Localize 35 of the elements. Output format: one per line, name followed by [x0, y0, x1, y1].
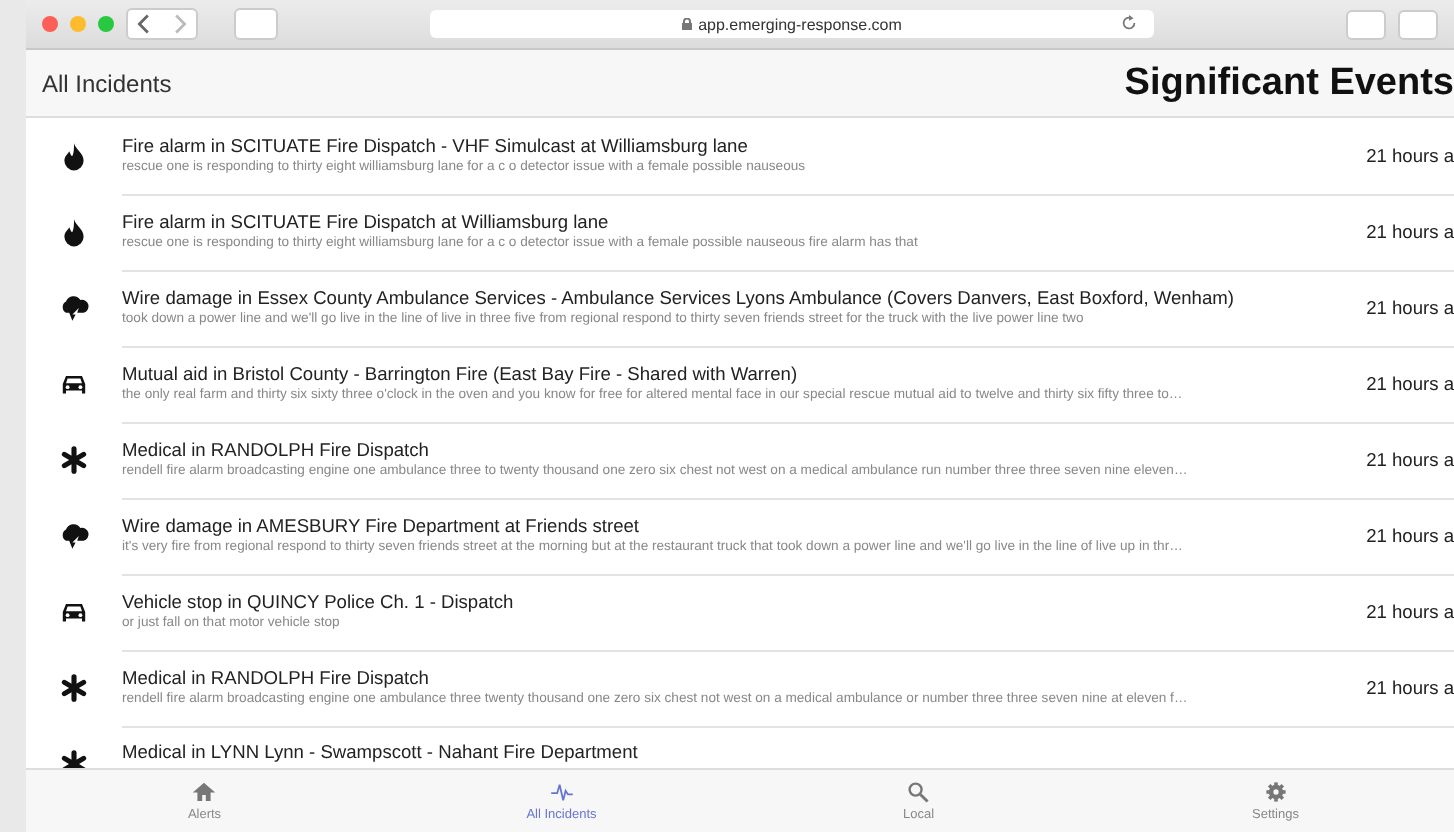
incident-title: Fire alarm in SCITUATE Fire Dispatch at Williamsburg lane: [122, 212, 611, 232]
incident-title: Medical in RANDOLPH Fire Dispatch: [122, 440, 431, 460]
incident-title: Vehicle stop in QUINCY Police Ch. 1 - Dispatch: [122, 592, 516, 612]
incident-time: 21 hours a: [1366, 373, 1454, 393]
incident-title: Wire damage in AMESBURY Fire Department at Friends street: [122, 516, 642, 536]
address-field[interactable]: app.emerging-response.com: [430, 10, 1154, 38]
cloud-bolt-icon: [58, 520, 90, 552]
incident-title: Medical in RANDOLPH Fire Dispatch: [122, 668, 431, 688]
incident-time: 21 hours a: [1366, 449, 1454, 469]
incident-time: 21 hours a: [1366, 297, 1454, 317]
incident-time: 21 hours a: [1366, 677, 1454, 697]
lock-icon: [682, 18, 693, 30]
zoom-button[interactable]: [98, 16, 114, 32]
back-forward-buttons[interactable]: [126, 8, 198, 40]
page-title: All Incidents: [42, 69, 172, 97]
home-icon: [192, 780, 217, 804]
pulse-icon: [549, 780, 574, 804]
close-button[interactable]: [42, 16, 58, 32]
incident-title: Fire alarm in SCITUATE Fire Dispatch - VHF Simulcast at Williamsburg lane: [122, 136, 750, 156]
flame-icon: [58, 216, 90, 248]
cloud-bolt-icon: [58, 292, 90, 324]
incident-time: 21 hours a: [1366, 525, 1454, 545]
search-icon: [906, 780, 931, 804]
incident-title: Medical in LYNN Lynn - Swampscott - Nahant Fire Department: [122, 742, 640, 762]
section-heading: Significant Events: [1124, 61, 1454, 105]
incident-title: Wire damage in Essex County Ambulance Services - Ambulance Services Lyons Ambulance (Covers Danvers, East Boxford, Wenham): [122, 288, 1236, 308]
incident-time: 21 hours a: [1366, 145, 1454, 165]
asterisk-icon: [58, 444, 90, 476]
flame-icon: [58, 140, 90, 172]
settings-icon: [1263, 780, 1288, 804]
incident-title: Mutual aid in Bristol County - Barrington Fire (East Bay Fire - Shared with Warren): [122, 364, 800, 384]
asterisk-icon: [58, 672, 90, 704]
reload-icon[interactable]: [1120, 14, 1138, 32]
incident-time: 21 hours a: [1366, 601, 1454, 621]
incident-time: 21 hours a: [1366, 221, 1454, 241]
